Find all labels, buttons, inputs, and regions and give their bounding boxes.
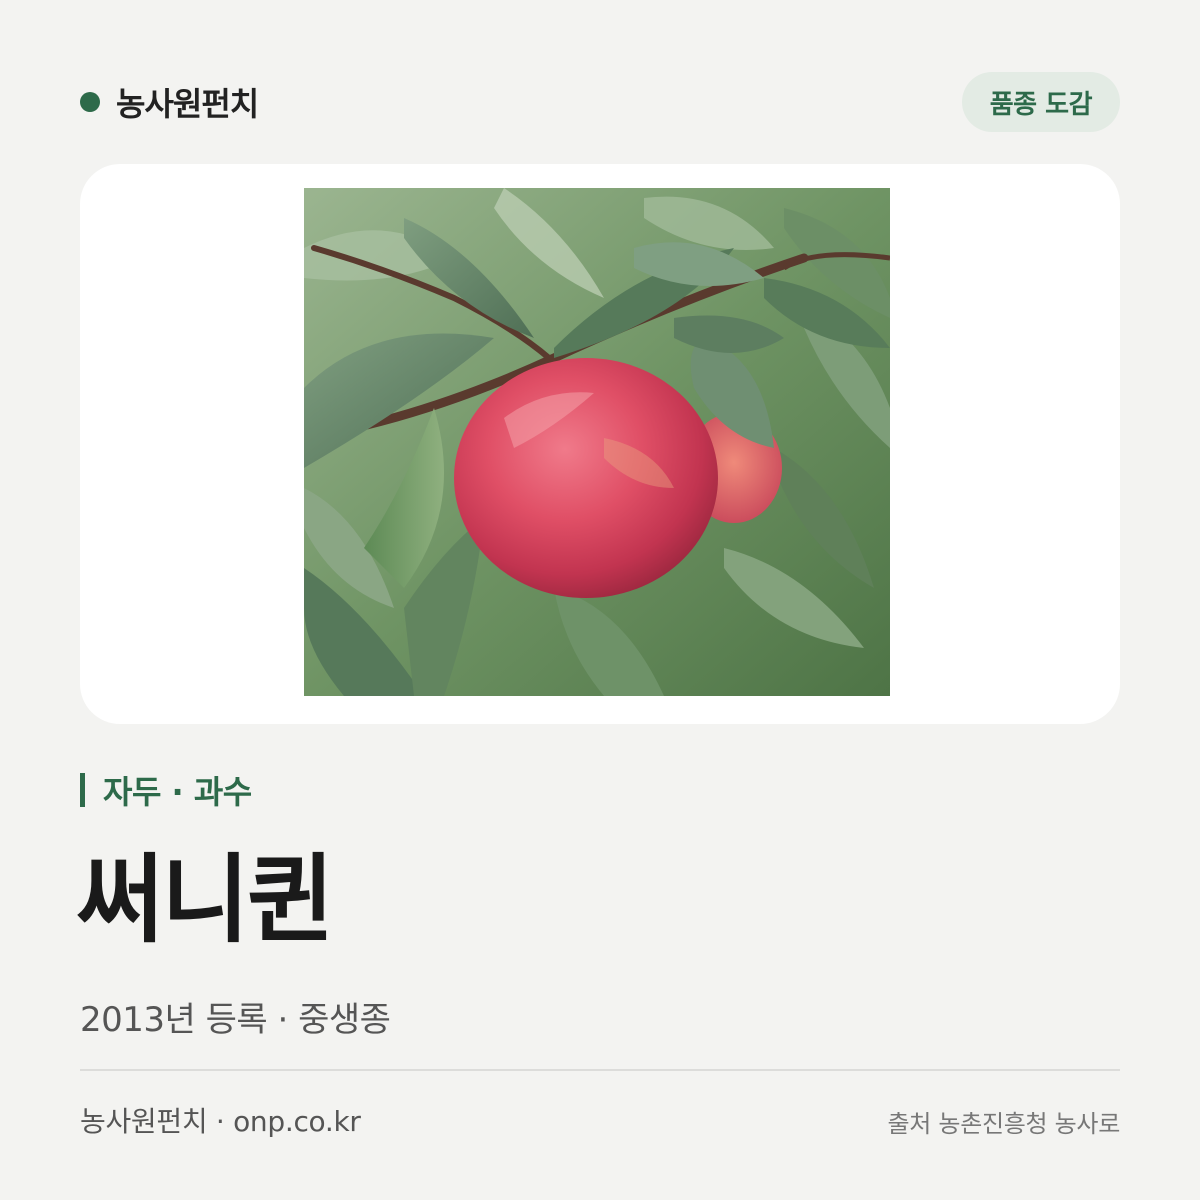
footer-source: 출처 농촌진흥청 농사로 <box>887 1110 1121 1138</box>
divider <box>80 1069 1120 1071</box>
header: 농사원펀치 품종 도감 <box>80 72 1120 132</box>
footer-site[interactable]: 농사원펀치 · onp.co.kr <box>80 1100 361 1140</box>
category-bar <box>80 773 85 807</box>
brand[interactable]: 농사원펀치 <box>80 79 259 125</box>
brand-dot-icon <box>80 92 100 112</box>
image-card <box>80 164 1120 724</box>
variety-catalog-badge[interactable]: 품종 도감 <box>961 72 1120 132</box>
brand-name: 농사원펀치 <box>116 85 259 123</box>
variety-name: 써니퀸 <box>76 844 335 956</box>
variety-subtitle: 2013년 등록 · 중생종 <box>80 1000 391 1040</box>
category-label: 자두 · 과수 <box>80 770 252 811</box>
fruit-photo <box>304 188 890 696</box>
category-text: 자두 · 과수 <box>103 773 252 811</box>
